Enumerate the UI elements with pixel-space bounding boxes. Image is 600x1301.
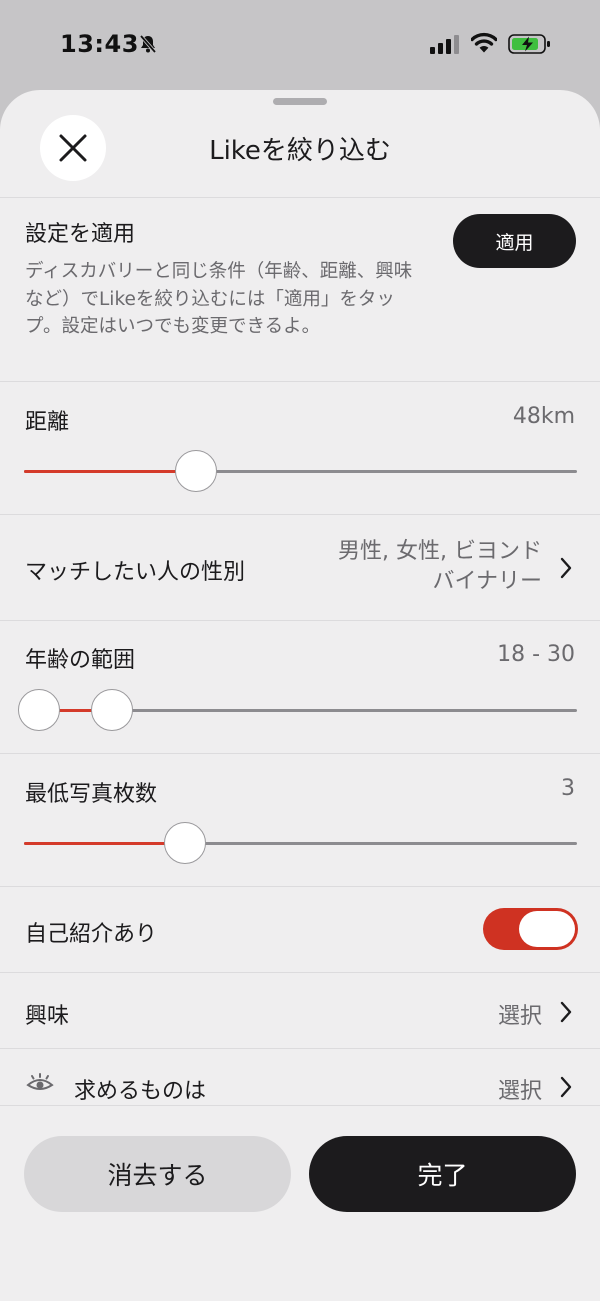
interests-label: 興味 [25, 1004, 70, 1029]
interests-value[interactable]: 選択 [498, 998, 542, 1030]
status-bar: 13:43 [0, 0, 600, 90]
divider [0, 1048, 600, 1049]
min-photos-slider-fill [24, 842, 186, 845]
age-range-label: 年齢の範囲 [25, 648, 136, 673]
gender-value[interactable]: 男性, 女性, ビヨンド バイナリー [338, 537, 542, 597]
divider [0, 197, 600, 198]
sheet-grabber[interactable] [273, 98, 327, 105]
has-bio-toggle[interactable] [483, 908, 578, 950]
age-range-value: 18 - 30 [497, 642, 575, 667]
sheet-title: Likeを絞り込む [209, 136, 391, 166]
gender-label: マッチしたい人の性別 [25, 560, 246, 585]
has-bio-label: 自己紹介あり [25, 922, 158, 947]
apply-button[interactable]: 適用 [453, 214, 576, 268]
chevron-right-icon[interactable] [559, 1001, 573, 1023]
clear-button[interactable]: 消去する [24, 1136, 291, 1212]
divider [0, 886, 600, 887]
distance-label: 距離 [25, 410, 70, 435]
done-button[interactable]: 完了 [309, 1136, 576, 1212]
gender-value-line1: 男性, 女性, ビヨンド [338, 539, 542, 564]
age-range-max-thumb[interactable] [91, 689, 134, 731]
status-time: 13:43 [60, 30, 139, 58]
apply-settings-label: 設定を適用 [25, 222, 136, 247]
looking-for-label: 求めるものは [74, 1079, 207, 1104]
chevron-right-icon[interactable] [559, 557, 573, 579]
wifi-icon [471, 32, 497, 53]
min-photos-label: 最低写真枚数 [25, 782, 158, 807]
battery-charging-icon [508, 34, 550, 54]
distance-slider-thumb[interactable] [174, 450, 217, 492]
eye-icon [26, 1073, 54, 1090]
min-photos-slider-thumb[interactable] [164, 822, 207, 864]
divider [0, 514, 600, 515]
divider [0, 1105, 600, 1106]
distance-slider-fill [24, 470, 196, 473]
filter-sheet: Likeを絞り込む 設定を適用 ディスカバリーと同じ条件（年齢、距離、興味など）… [0, 90, 600, 1301]
cellular-signal-icon [430, 35, 459, 54]
distance-value: 48km [512, 404, 575, 429]
divider [0, 753, 600, 754]
divider [0, 620, 600, 621]
divider [0, 972, 600, 973]
toggle-knob [519, 911, 575, 947]
min-photos-value: 3 [561, 776, 575, 801]
bell-muted-icon [139, 34, 157, 54]
apply-settings-description: ディスカバリーと同じ条件（年齢、距離、興味など）でLikeを絞り込むには「適用」… [25, 261, 413, 337]
age-range-min-thumb[interactable] [18, 689, 60, 731]
looking-for-value[interactable]: 選択 [498, 1073, 542, 1105]
footer: 消去する 完了 [0, 1105, 600, 1301]
chevron-right-icon[interactable] [559, 1076, 573, 1098]
divider [0, 381, 600, 382]
gender-value-line2: バイナリー [432, 569, 542, 594]
